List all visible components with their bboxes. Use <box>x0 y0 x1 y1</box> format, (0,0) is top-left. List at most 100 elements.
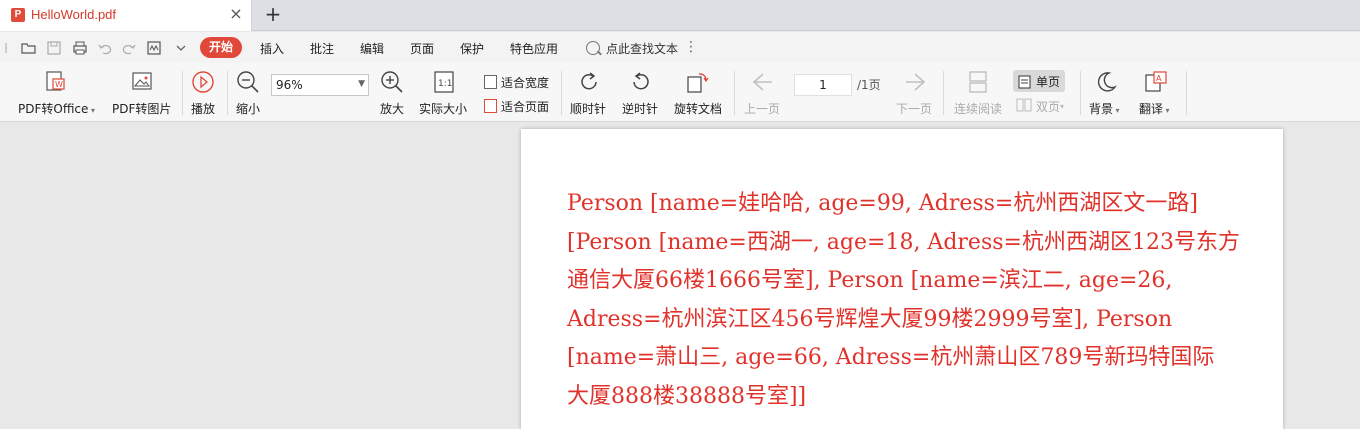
actual-size-button[interactable]: 1:1 实际大小 <box>417 63 471 122</box>
text-line: [Person [name=西湖一, age=18, Adress=杭州西湖区1… <box>567 229 1240 255</box>
rotate-document-label: 旋转文档 <box>674 102 723 116</box>
arrow-left-icon <box>751 70 775 94</box>
play-button[interactable]: 播放 <box>187 63 219 122</box>
toolbar-divider <box>734 71 735 115</box>
pdf-to-office-icon: W <box>43 70 67 94</box>
pdf-to-image-button[interactable]: PDF转图片 <box>108 63 176 122</box>
text-line: 大厦888楼38888号室]] <box>567 383 807 409</box>
save-icon[interactable] <box>46 40 62 56</box>
continuous-reading-icon <box>966 70 990 94</box>
zoom-in-button[interactable]: 放大 <box>376 63 408 122</box>
new-tab-button[interactable]: + <box>262 3 284 25</box>
rotate-document-button[interactable]: 旋转文档 <box>672 63 726 122</box>
next-page-label: 下一页 <box>896 102 933 116</box>
fit-width-button[interactable]: 适合宽度 <box>484 72 549 92</box>
zoom-select[interactable]: 96% ▼ <box>271 74 369 96</box>
fit-page-label: 适合页面 <box>501 99 550 114</box>
pdf-to-image-icon <box>130 70 154 94</box>
rotate-clockwise-icon <box>577 70 601 94</box>
arrow-right-icon <box>903 70 927 94</box>
tab-close-icon[interactable]: × <box>228 5 244 23</box>
translate-label: 翻译 ▾ <box>1139 102 1170 116</box>
prev-page-label: 上一页 <box>744 102 781 116</box>
toolbar-divider <box>182 71 183 115</box>
moon-icon <box>1094 70 1118 94</box>
open-folder-icon[interactable] <box>21 40 37 56</box>
play-label: 播放 <box>191 102 216 116</box>
rotate-counterclockwise-label: 逆时针 <box>622 102 659 116</box>
prev-page-button[interactable]: 上一页 <box>741 63 785 122</box>
rotate-clockwise-label: 顺时针 <box>570 102 607 116</box>
sign-icon[interactable] <box>146 40 162 56</box>
customize-dropdown-icon[interactable] <box>173 40 189 56</box>
continuous-reading-button[interactable]: 连续阅读 <box>950 63 1006 122</box>
double-page-button[interactable]: 双页 ▾ <box>1016 96 1064 116</box>
toolbar-divider <box>227 71 228 115</box>
background-button[interactable]: 背景 ▾ <box>1086 63 1126 122</box>
toolbar-divider <box>1186 71 1187 115</box>
zoom-in-label: 放大 <box>380 102 405 116</box>
chevron-down-icon: ▼ <box>358 79 365 89</box>
pdf-file-icon: P <box>11 8 25 22</box>
svg-text:A: A <box>1156 74 1162 83</box>
next-page-button[interactable]: 下一页 <box>893 63 937 122</box>
continuous-reading-label: 连续阅读 <box>954 102 1003 116</box>
toolbar-divider <box>1080 71 1081 115</box>
play-icon <box>191 70 215 94</box>
single-page-icon <box>1018 74 1032 93</box>
text-line: Adress=杭州滨江区456号辉煌大厦99楼2999号室], Person <box>567 306 1173 332</box>
rotate-clockwise-button[interactable]: 顺时针 <box>567 63 611 122</box>
menu-tab-start[interactable]: 开始 <box>200 37 242 58</box>
svg-text:1:1: 1:1 <box>438 79 452 89</box>
menu-tab-annotate[interactable]: 批注 <box>310 40 334 57</box>
translate-button[interactable]: A 翻译 ▾ <box>1136 63 1176 122</box>
double-page-label: 双页 <box>1036 99 1061 114</box>
zoom-out-icon <box>236 70 260 94</box>
fit-page-button[interactable]: 适合页面 <box>484 96 549 116</box>
menu-tab-features[interactable]: 特色应用 <box>510 40 558 57</box>
text-line: 通信大厦66楼1666号室], Person [name=滨江二, age=26… <box>567 268 1173 293</box>
toolbar-divider <box>943 71 944 115</box>
zoom-in-icon <box>380 70 404 94</box>
single-page-label: 单页 <box>1036 75 1061 89</box>
menu-tab-page[interactable]: 页面 <box>410 40 434 57</box>
toolbar-divider <box>561 71 562 115</box>
pdf-page: Person [name=娃哈哈, age=99, Adress=杭州西湖区文一… <box>521 129 1283 429</box>
text-line: [name=萧山三, age=66, Adress=杭州萧山区789号新玛特国际 <box>567 345 1215 370</box>
page-total-label: /1页 <box>857 78 881 92</box>
fit-width-label: 适合宽度 <box>501 75 550 90</box>
rotate-counterclockwise-button[interactable]: 逆时针 <box>619 63 663 122</box>
pdf-to-image-label: PDF转图片 <box>112 102 172 116</box>
zoom-out-button[interactable]: 缩小 <box>232 63 264 122</box>
fit-page-icon <box>484 99 497 113</box>
zoom-out-label: 缩小 <box>236 102 261 116</box>
double-page-icon <box>1016 98 1032 115</box>
svg-text:W: W <box>55 80 63 89</box>
ribbon-toolbar: W PDF转Office ▾ PDF转图片 播放 缩小 96% ▼ 放大 1:1… <box>0 63 1360 122</box>
menu-tab-protect[interactable]: 保护 <box>460 40 484 57</box>
single-page-button[interactable]: 单页 <box>1013 70 1065 92</box>
find-text-label: 点此查找文本 <box>606 41 679 56</box>
zoom-value: 96% <box>276 78 303 92</box>
actual-size-icon: 1:1 <box>432 70 456 94</box>
print-icon[interactable] <box>72 40 88 56</box>
more-options-icon[interactable]: ⋮ <box>684 39 698 55</box>
pdf-to-office-label: PDF转Office ▾ <box>18 102 95 116</box>
menu-bar: 开始 插入 批注 编辑 页面 保护 特色应用 点此查找文本 ⋮ <box>0 32 1360 63</box>
redo-icon[interactable] <box>121 40 137 56</box>
page-number-input[interactable]: 1 <box>794 74 852 96</box>
undo-icon[interactable] <box>97 40 113 56</box>
translate-icon: A <box>1144 70 1168 94</box>
fit-width-icon <box>484 75 497 89</box>
quick-access-grip-icon <box>2 40 10 56</box>
tab-title: HelloWorld.pdf <box>31 7 117 22</box>
pdf-to-office-button[interactable]: W PDF转Office ▾ <box>12 63 98 122</box>
page-text-block: Person [name=娃哈哈, age=99, Adress=杭州西湖区文一… <box>567 185 1247 416</box>
menu-tab-edit[interactable]: 编辑 <box>360 40 384 57</box>
document-viewport[interactable]: Person [name=娃哈哈, age=99, Adress=杭州西湖区文一… <box>0 122 1360 429</box>
background-label: 背景 ▾ <box>1089 102 1120 116</box>
rotate-document-icon <box>686 70 710 94</box>
find-text-search[interactable]: 点此查找文本 <box>586 38 678 58</box>
menu-tab-insert[interactable]: 插入 <box>260 40 284 57</box>
tab-helloworld[interactable]: P HelloWorld.pdf × <box>0 0 252 31</box>
